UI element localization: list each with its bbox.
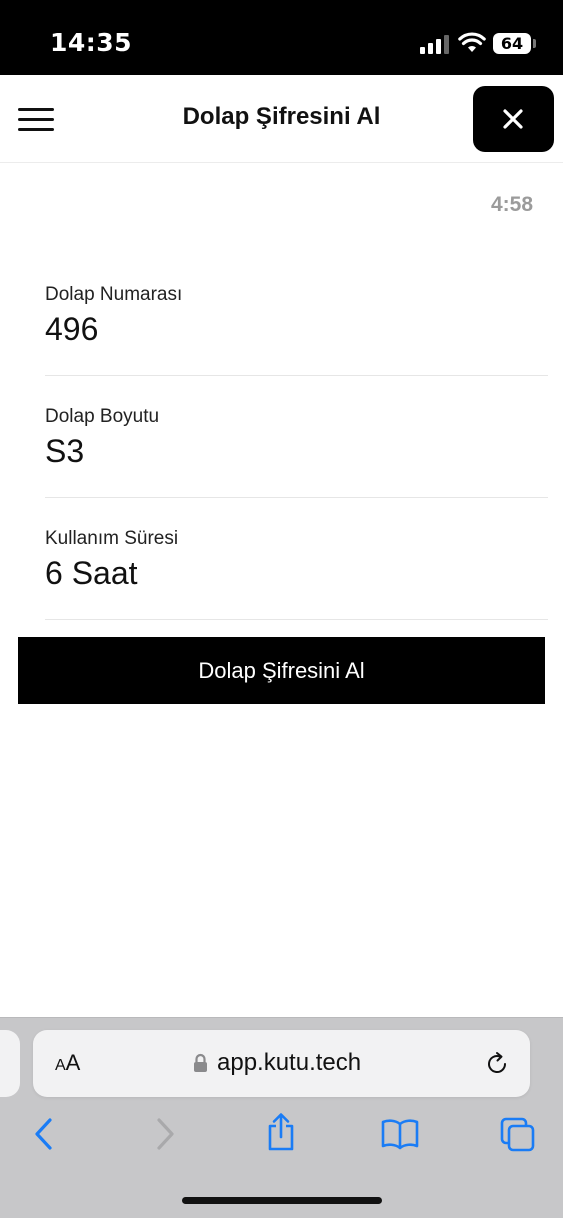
tabs-icon[interactable]: [500, 1117, 536, 1153]
locker-size-value: S3: [45, 433, 85, 469]
close-button[interactable]: [473, 86, 554, 152]
lock-icon: [194, 1053, 207, 1072]
status-time: 14:35: [50, 28, 133, 57]
battery-indicator: 64: [493, 33, 531, 54]
locker-number-label: Dolap Numarası: [45, 284, 183, 305]
text-size-large-letter: A: [65, 1050, 81, 1075]
home-indicator: [182, 1197, 382, 1204]
locker-size-label: Dolap Boyutu: [45, 406, 160, 427]
cellular-signal-icon: [420, 34, 450, 54]
previous-tab-preview[interactable]: [0, 1030, 20, 1097]
text-size-button[interactable]: AA: [55, 1050, 80, 1076]
usage-duration-value: 6 Saat: [45, 555, 138, 591]
reload-icon[interactable]: [484, 1051, 510, 1077]
url-text[interactable]: app.kutu.tech: [217, 1049, 361, 1077]
screen: 14:35 64 Dolap Şifresini Al 4:58 Dolap N…: [0, 0, 563, 1218]
share-icon[interactable]: [265, 1112, 297, 1152]
close-icon: [503, 109, 523, 129]
back-icon[interactable]: [33, 1117, 55, 1151]
status-bar: 14:35 64: [0, 0, 563, 75]
locker-number-value: 496: [45, 311, 99, 347]
address-bar[interactable]: AA app.kutu.tech: [33, 1030, 530, 1097]
locker-number-field: Dolap Numarası 496: [45, 284, 548, 376]
battery-tip: [533, 39, 536, 48]
wifi-icon: [458, 32, 486, 52]
app-header: Dolap Şifresini Al: [0, 75, 563, 163]
locker-size-field: Dolap Boyutu S3: [45, 406, 548, 498]
forward-icon[interactable]: [154, 1117, 176, 1151]
usage-duration-field: Kullanım Süresi 6 Saat: [45, 528, 548, 620]
usage-duration-label: Kullanım Süresi: [45, 528, 179, 549]
text-size-small-letter: A: [55, 1057, 66, 1074]
countdown-timer: 4:58: [490, 193, 533, 216]
bookmarks-icon[interactable]: [381, 1118, 419, 1150]
get-locker-password-button[interactable]: Dolap Şifresini Al: [18, 637, 545, 704]
